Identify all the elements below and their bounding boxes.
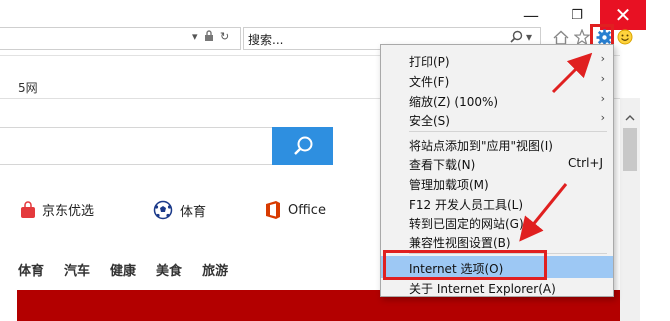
annotation-arrows bbox=[519, 52, 593, 242]
arrow-to-gear bbox=[551, 52, 593, 94]
arrow-to-internet-options bbox=[519, 183, 568, 242]
